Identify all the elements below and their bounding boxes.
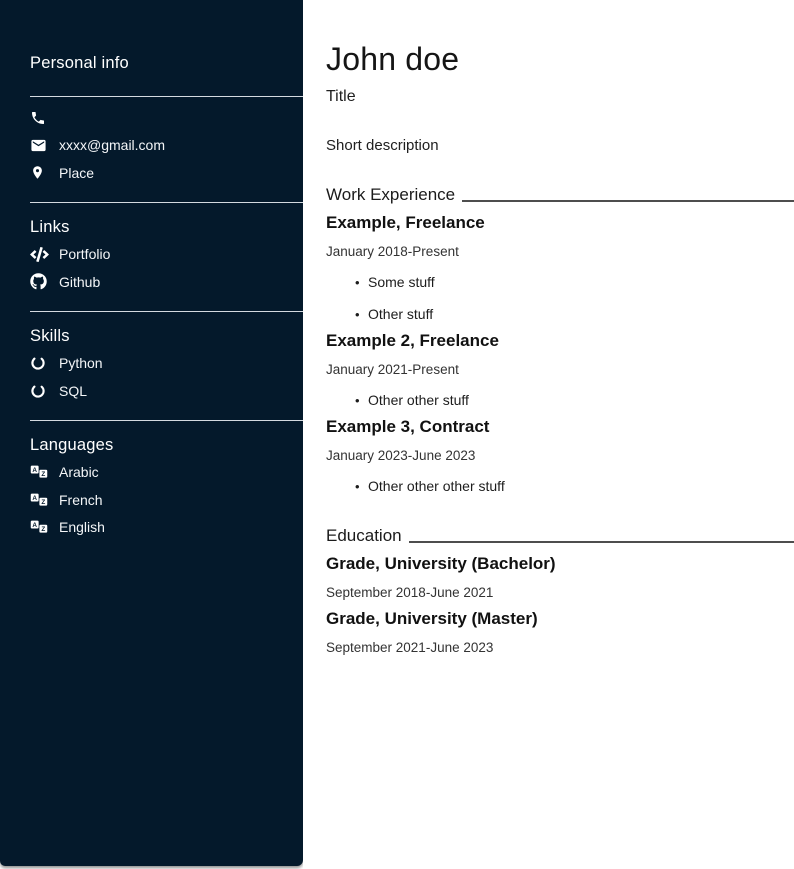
entry-bullet: Other stuff — [355, 306, 794, 323]
sidebar-section-languages: Languages AZ Arabic AZ French AZ English — [30, 420, 303, 542]
entry-dates: January 2023-June 2023 — [326, 448, 794, 464]
sidebar-item-label: Github — [57, 274, 100, 290]
svg-text:Z: Z — [41, 526, 45, 533]
sidebar-item-label: xxxx@gmail.com — [57, 137, 165, 153]
sidebar-item — [30, 104, 303, 132]
personal-info-heading: Personal info — [30, 52, 303, 74]
links-heading: Links — [30, 216, 303, 238]
heading-rule — [462, 200, 794, 202]
sidebar-divider — [30, 311, 303, 312]
entry-bullet: Other other stuff — [355, 392, 794, 409]
entry-bullets: Other other stuff — [326, 392, 794, 409]
svg-text:A: A — [32, 467, 37, 474]
language-icon: AZ — [30, 518, 57, 536]
entry-dates: January 2018-Present — [326, 244, 794, 260]
phone-icon — [30, 110, 57, 126]
entry-bullet: Other other other stuff — [355, 478, 794, 495]
sidebar-divider — [30, 202, 303, 203]
circle-notch-icon — [30, 355, 57, 371]
github-icon — [30, 273, 57, 290]
work-experience-heading-label: Work Experience — [326, 185, 455, 205]
sidebar-item-label: English — [57, 519, 105, 535]
code-icon — [30, 247, 57, 262]
person-title: Title — [326, 88, 794, 106]
education-heading: Education — [326, 526, 794, 546]
resume-entry: Example 3, Contract January 2023-June 20… — [326, 417, 794, 495]
skills-list: Python SQL — [30, 350, 303, 405]
heading-rule — [409, 541, 794, 543]
sidebar-item-arabic: AZ Arabic — [30, 459, 303, 487]
svg-text:Z: Z — [41, 499, 45, 506]
work-experience-entries: Example, Freelance January 2018-Present … — [326, 213, 794, 495]
sidebar-section-personal-info: Personal info xxxx@gmail.com Place — [30, 52, 303, 187]
sidebar-item-label: French — [57, 492, 103, 508]
resume-entry: Example 2, Freelance January 2021-Presen… — [326, 331, 794, 409]
sidebar-item-xxxx-gmail-com[interactable]: xxxx@gmail.com — [30, 132, 303, 160]
circle-notch-icon — [30, 383, 57, 399]
sidebar-section-skills: Skills Python SQL — [30, 311, 303, 405]
entry-title: Grade, University (Master) — [326, 609, 794, 629]
contact-list: xxxx@gmail.com Place — [30, 104, 303, 187]
sidebar-item-python: Python — [30, 350, 303, 378]
resume-entry: Grade, University (Bachelor) September 2… — [326, 554, 794, 601]
sidebar-divider — [30, 420, 303, 421]
entry-title: Example 3, Contract — [326, 417, 794, 437]
entry-bullet: Some stuff — [355, 274, 794, 291]
sidebar-item-label: Python — [57, 355, 103, 371]
sidebar-item-portfolio[interactable]: Portfolio — [30, 241, 303, 269]
svg-text:A: A — [32, 522, 37, 529]
resume-entry: Example, Freelance January 2018-Present … — [326, 213, 794, 323]
person-description: Short description — [326, 137, 794, 154]
entry-dates: September 2018-June 2021 — [326, 585, 794, 601]
sidebar-item-label: Portfolio — [57, 246, 110, 262]
entry-title: Example, Freelance — [326, 213, 794, 233]
email-icon — [30, 137, 57, 154]
sidebar-item-label: Arabic — [57, 464, 99, 480]
sidebar-item-label: SQL — [57, 383, 87, 399]
language-icon: AZ — [30, 463, 57, 481]
svg-text:A: A — [32, 495, 37, 502]
entry-title: Example 2, Freelance — [326, 331, 794, 351]
sidebar-section-links: Links Portfolio Github — [30, 202, 303, 296]
person-name: John doe — [326, 44, 794, 75]
education-heading-label: Education — [326, 526, 402, 546]
sidebar-item-label: Place — [57, 165, 94, 181]
sidebar-item-english: AZ English — [30, 514, 303, 542]
sidebar-item-github[interactable]: Github — [30, 268, 303, 296]
work-experience-heading: Work Experience — [326, 185, 794, 205]
links-list: Portfolio Github — [30, 241, 303, 296]
entry-dates: January 2021-Present — [326, 362, 794, 378]
education-entries: Grade, University (Bachelor) September 2… — [326, 554, 794, 656]
entry-dates: September 2021-June 2023 — [326, 640, 794, 656]
entry-bullets: Other other other stuff — [326, 478, 794, 495]
resume-body: John doe Title Short description Work Ex… — [303, 0, 794, 869]
sidebar-item-place: Place — [30, 159, 303, 187]
sidebar: Personal info xxxx@gmail.com Place Links… — [0, 0, 303, 866]
sidebar-item-french: AZ French — [30, 486, 303, 514]
place-icon — [30, 165, 57, 180]
skills-heading: Skills — [30, 325, 303, 347]
language-icon: AZ — [30, 491, 57, 509]
entry-bullets: Some stuff Other stuff — [326, 274, 794, 323]
sidebar-divider — [30, 96, 303, 97]
sidebar-item-sql: SQL — [30, 377, 303, 405]
entry-title: Grade, University (Bachelor) — [326, 554, 794, 574]
svg-text:Z: Z — [41, 471, 45, 478]
languages-heading: Languages — [30, 434, 303, 456]
languages-list: AZ Arabic AZ French AZ English — [30, 459, 303, 542]
resume-entry: Grade, University (Master) September 202… — [326, 609, 794, 656]
